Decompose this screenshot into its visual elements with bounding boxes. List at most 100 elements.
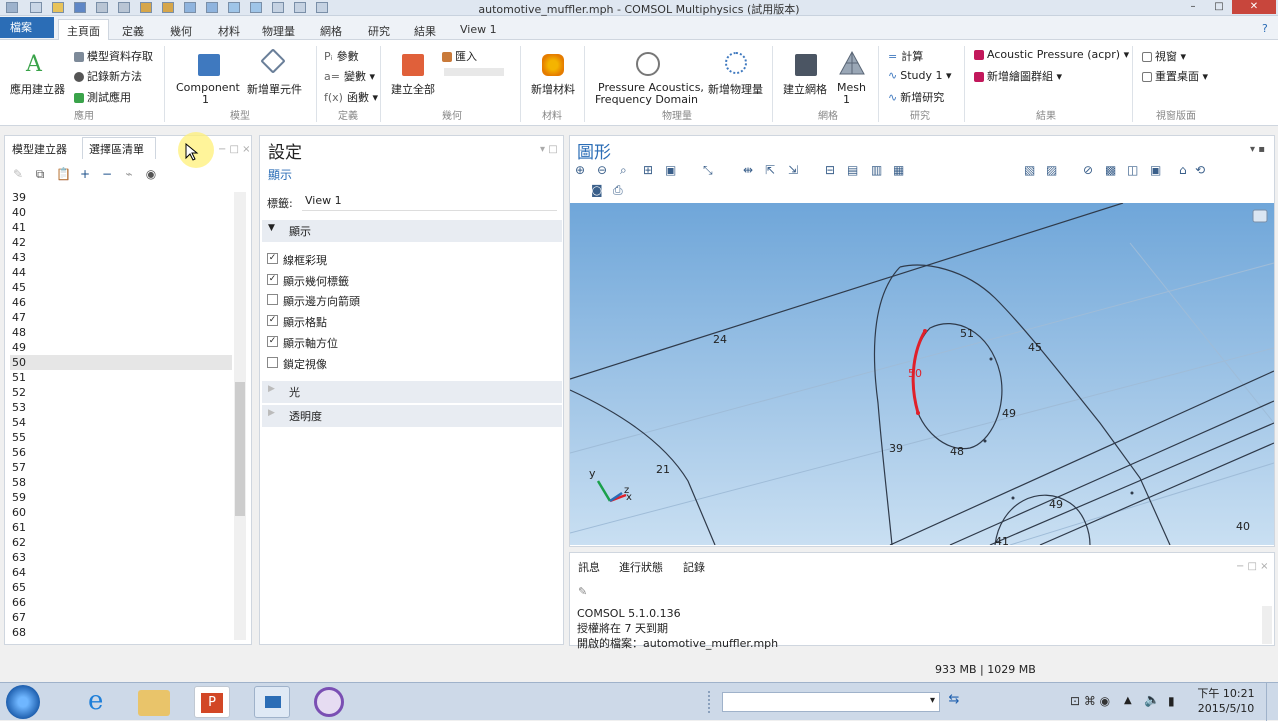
list-item[interactable]: 43 bbox=[10, 250, 232, 265]
tab-geometry[interactable]: 幾何 bbox=[170, 23, 192, 39]
tab-materials[interactable]: 材料 bbox=[218, 23, 240, 39]
add-icon[interactable]: + bbox=[79, 168, 91, 180]
tab-model-builder[interactable]: 模型建立器 bbox=[12, 141, 67, 157]
list-item[interactable]: 62 bbox=[10, 535, 232, 550]
zoom-extents-icon[interactable]: ▣ bbox=[665, 163, 676, 177]
surface-icon[interactable]: ▥ bbox=[871, 163, 882, 177]
list-item[interactable]: 60 bbox=[10, 505, 232, 520]
test-app-button[interactable]: 測試應用 bbox=[74, 89, 131, 105]
list-item[interactable]: 67 bbox=[10, 610, 232, 625]
list-item[interactable]: 56 bbox=[10, 445, 232, 460]
list-item[interactable]: 40 bbox=[10, 205, 232, 220]
add-component-button[interactable]: 新增單元件 bbox=[247, 81, 302, 97]
list-item[interactable]: 54 bbox=[10, 415, 232, 430]
import-button[interactable]: 匯入 bbox=[442, 48, 477, 64]
go-icon[interactable]: ⇆ bbox=[944, 692, 964, 712]
graphics-canvas[interactable]: 24 21 51 45 50 49 39 48 49 41 40 y x z bbox=[570, 203, 1274, 545]
tab-mesh[interactable]: 網格 bbox=[320, 23, 342, 39]
app-builder-icon[interactable]: A bbox=[26, 52, 42, 77]
list-item[interactable]: 50 bbox=[10, 355, 232, 370]
option-checkbox[interactable]: ✓ bbox=[267, 273, 278, 285]
add-physics-icon[interactable] bbox=[725, 52, 747, 74]
list-item[interactable]: 64 bbox=[10, 565, 232, 580]
ie-icon[interactable]: e bbox=[80, 686, 116, 718]
help-icon[interactable]: ? bbox=[1262, 22, 1268, 35]
functions-button[interactable]: f(x) 函數 ▾ bbox=[324, 89, 378, 105]
view-xy-icon[interactable]: ⇹ bbox=[743, 163, 753, 177]
graphics-panel-menu-icon[interactable]: ▾ ▪ bbox=[1250, 144, 1265, 155]
link-icon[interactable]: ⌁ bbox=[123, 168, 135, 180]
list-item[interactable]: 49 bbox=[10, 340, 232, 355]
tab-physics[interactable]: 物理量 bbox=[262, 23, 295, 39]
clear-icon[interactable]: ✎ bbox=[578, 585, 587, 598]
build-mesh-icon[interactable] bbox=[795, 54, 817, 76]
list-item[interactable]: 55 bbox=[10, 430, 232, 445]
messages-panel-menu-icon[interactable]: − □ × bbox=[1236, 561, 1269, 572]
tab-selection-list[interactable]: 選擇區清單 bbox=[89, 141, 144, 157]
minimize-button[interactable]: – bbox=[1180, 0, 1206, 14]
mesh-button[interactable]: Mesh bbox=[837, 81, 866, 94]
record-method-button[interactable]: 記錄新方法 bbox=[74, 68, 142, 84]
render-icon[interactable]: ▩ bbox=[1105, 163, 1116, 177]
list-scrollbar[interactable] bbox=[234, 192, 246, 640]
tray-expand-icon[interactable]: ▲ bbox=[1124, 695, 1132, 706]
list-item[interactable]: 44 bbox=[10, 265, 232, 280]
option-checkbox[interactable]: ✓ bbox=[267, 335, 278, 347]
camera-icon[interactable]: ◙ bbox=[591, 183, 603, 197]
close-button[interactable]: ✕ bbox=[1232, 0, 1276, 14]
list-item[interactable]: 48 bbox=[10, 325, 232, 340]
select-box-icon[interactable]: ◫ bbox=[1127, 163, 1138, 177]
list-item[interactable]: 42 bbox=[10, 235, 232, 250]
build-mesh-button[interactable]: 建立網格 bbox=[783, 81, 827, 97]
explorer-icon[interactable] bbox=[138, 690, 170, 716]
start-button-icon[interactable] bbox=[6, 685, 40, 719]
add-plot-group-button[interactable]: 新增繪圖群組 ▾ bbox=[974, 68, 1062, 84]
build-all-icon[interactable] bbox=[402, 54, 424, 76]
comsol-taskbar-icon[interactable] bbox=[254, 686, 290, 718]
edit-icon[interactable]: ✎ bbox=[12, 168, 24, 180]
tab-definitions[interactable]: 定義 bbox=[122, 23, 144, 39]
file-menu-button[interactable]: 檔案 bbox=[0, 17, 54, 38]
list-item[interactable]: 52 bbox=[10, 385, 232, 400]
list-item[interactable]: 51 bbox=[10, 370, 232, 385]
hide-icon[interactable]: ⊘ bbox=[1083, 163, 1093, 177]
label-input[interactable]: View 1 bbox=[302, 191, 557, 211]
option-checkbox[interactable]: ✓ bbox=[267, 253, 278, 264]
tab-messages[interactable]: 訊息 bbox=[578, 559, 600, 575]
tab-progress[interactable]: 進行狀態 bbox=[619, 559, 663, 575]
add-material-icon[interactable] bbox=[542, 54, 564, 76]
add-physics-button[interactable]: 新增物理量 bbox=[708, 81, 763, 97]
model-data-access-button[interactable]: 模型資料存取 bbox=[74, 48, 153, 64]
view-zx-icon[interactable]: ⇲ bbox=[788, 163, 798, 177]
list-item[interactable]: 59 bbox=[10, 490, 232, 505]
network-icon[interactable]: ▮ bbox=[1168, 694, 1175, 708]
list-item[interactable]: 45 bbox=[10, 280, 232, 295]
list-item[interactable]: 57 bbox=[10, 460, 232, 475]
powerpoint-icon[interactable]: P bbox=[194, 686, 230, 718]
screen-recorder-icon[interactable] bbox=[312, 686, 348, 718]
messages-scrollbar[interactable] bbox=[1262, 606, 1272, 644]
study1-button[interactable]: ∿ Study 1 ▾ bbox=[888, 69, 952, 82]
geometry-view[interactable]: 24 21 51 45 50 49 39 48 49 41 40 y x z bbox=[570, 203, 1274, 545]
list-item[interactable]: 65 bbox=[10, 580, 232, 595]
select-all-icon[interactable]: ▣ bbox=[1150, 163, 1161, 177]
add-component-icon[interactable] bbox=[260, 48, 286, 74]
list-item[interactable]: 66 bbox=[10, 595, 232, 610]
view-yz-icon[interactable]: ⇱ bbox=[765, 163, 775, 177]
windows-button[interactable]: 視窗 ▾ bbox=[1142, 48, 1186, 64]
list-scrollbar-thumb[interactable] bbox=[235, 382, 245, 516]
zoom-selection-icon[interactable]: ⊞ bbox=[643, 163, 653, 177]
transparency-icon[interactable]: ▨ bbox=[1046, 163, 1057, 177]
add-study-button[interactable]: ∿ 新增研究 bbox=[888, 89, 944, 105]
pressure-acoustics-icon[interactable] bbox=[636, 52, 660, 76]
scene-light-icon[interactable]: ⌂ bbox=[1179, 163, 1187, 177]
tab-view1[interactable]: View 1 bbox=[460, 23, 497, 36]
snapshot-corner-icon[interactable] bbox=[1252, 209, 1268, 223]
zoom-out-icon[interactable]: ⊖ bbox=[597, 163, 607, 177]
list-item[interactable]: 68 bbox=[10, 625, 232, 640]
acoustic-pressure-plot-button[interactable]: Acoustic Pressure (acpr) ▾ bbox=[974, 48, 1129, 61]
list-item[interactable]: 41 bbox=[10, 220, 232, 235]
copy-icon[interactable]: ⧉ bbox=[34, 168, 46, 180]
physics-frequency-domain-label[interactable]: Frequency Domain bbox=[595, 93, 698, 106]
print-icon[interactable]: ⎙ bbox=[613, 183, 623, 198]
